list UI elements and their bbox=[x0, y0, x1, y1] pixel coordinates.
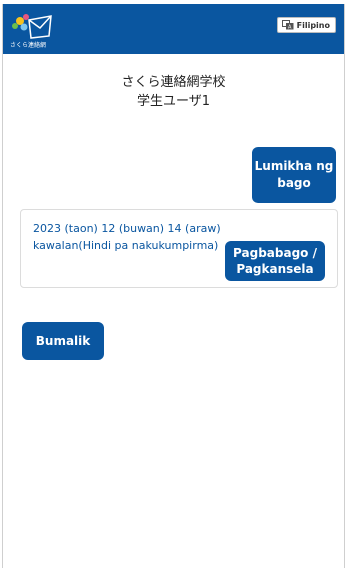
logo-text: さくら連絡網 bbox=[10, 42, 47, 49]
user-name: 学生ユーザ1 bbox=[136, 94, 210, 109]
create-new-button[interactable]: Lumikha ng bago bbox=[252, 147, 336, 203]
svg-text:A: A bbox=[288, 25, 292, 31]
language-button[interactable]: A Filipino bbox=[276, 17, 336, 33]
app-header: さくら連絡網 A Filipino bbox=[3, 4, 344, 54]
app-frame: さくら連絡網 A Filipino さくら連絡網学校 学生ユーザ1 Lumikh… bbox=[2, 4, 345, 568]
school-name: さくら連絡網学校 bbox=[121, 75, 226, 90]
entry-text-link[interactable]: 2023 (taon) 12 (buwan) 14 (araw) kawalan… bbox=[33, 220, 233, 254]
attendance-entry-card: 2023 (taon) 12 (buwan) 14 (araw) kawalan… bbox=[20, 209, 338, 288]
back-button[interactable]: Bumalik bbox=[22, 322, 104, 360]
edit-cancel-button[interactable]: Pagbabago / Pagkansela bbox=[225, 241, 325, 281]
translate-icon: A bbox=[281, 20, 294, 31]
language-label: Filipino bbox=[296, 20, 330, 30]
